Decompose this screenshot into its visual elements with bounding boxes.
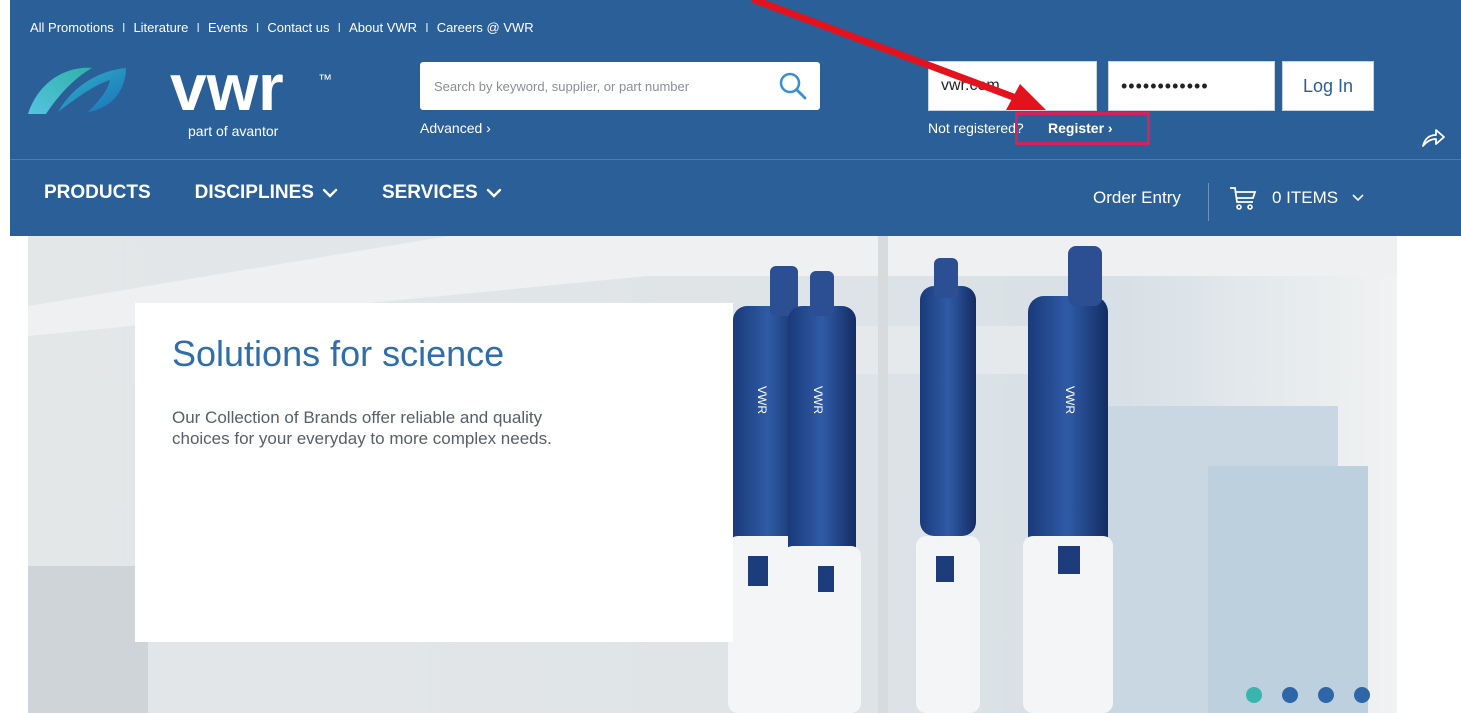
nav-products-label: PRODUCTS — [44, 182, 151, 203]
nav-services[interactable]: SERVICES — [382, 182, 502, 204]
order-entry-link[interactable]: Order Entry — [1093, 188, 1181, 208]
nav-products[interactable]: PRODUCTS — [44, 182, 151, 204]
pipette-brand-label: VWR — [1063, 386, 1077, 414]
carousel-dot-4[interactable] — [1354, 687, 1370, 703]
carousel-dot-2[interactable] — [1282, 687, 1298, 703]
logo-wordmark: vwr — [170, 56, 284, 124]
top-link-separator: I — [337, 19, 342, 35]
hero-title: Solutions for science — [172, 333, 505, 374]
pipette-4: VWR — [1023, 246, 1113, 713]
search-input[interactable] — [420, 62, 760, 110]
chevron-down-icon — [486, 188, 501, 198]
top-link-events[interactable]: Events — [208, 20, 248, 35]
top-link-promotions[interactable]: All Promotions — [30, 20, 114, 35]
advanced-search-link[interactable]: Advanced › — [420, 120, 491, 136]
nav-disciplines[interactable]: DISCIPLINES — [195, 182, 338, 204]
pipette-2: VWR — [783, 271, 861, 713]
pipette-brand-label: VWR — [755, 386, 769, 414]
cart-button[interactable]: 0 ITEMS — [1228, 183, 1364, 213]
nav-separator — [1208, 183, 1209, 221]
pipette-brand-label: VWR — [811, 386, 825, 414]
hero-text-card: Solutions for science Our Collection of … — [135, 303, 733, 642]
top-link-separator: I — [255, 19, 260, 35]
top-link-literature[interactable]: Literature — [133, 20, 188, 35]
hero-description: Our Collection of Brands offer reliable … — [172, 408, 552, 448]
main-nav: PRODUCTS DISCIPLINES SERVICES — [44, 182, 546, 204]
share-button[interactable] — [1420, 125, 1446, 149]
top-link-careers[interactable]: Careers @ VWR — [437, 20, 534, 35]
vwr-logo[interactable]: vwr ™ part of avantor — [22, 50, 342, 156]
not-registered-text: Not registered? — [928, 120, 1024, 136]
top-link-contact[interactable]: Contact us — [267, 20, 329, 35]
top-link-separator: I — [121, 19, 126, 35]
header-divider — [10, 159, 1461, 160]
search-button[interactable] — [766, 62, 820, 110]
cart-icon — [1230, 187, 1257, 210]
chevron-down-icon — [322, 188, 338, 198]
top-utility-nav: All Promotions I Literature I Events I C… — [30, 18, 534, 36]
carousel-dot-3[interactable] — [1318, 687, 1334, 703]
search-bar — [420, 62, 820, 110]
logo-trademark: ™ — [318, 71, 332, 87]
password-field[interactable] — [1108, 61, 1275, 111]
share-icon — [1422, 129, 1445, 147]
top-link-separator: I — [425, 19, 429, 35]
nav-disciplines-label: DISCIPLINES — [194, 182, 314, 203]
top-link-separator: I — [196, 19, 200, 35]
register-highlight-box — [1015, 112, 1150, 145]
pipette-3 — [916, 258, 980, 713]
top-link-about[interactable]: About VWR — [349, 20, 417, 35]
carousel-dot-1[interactable] — [1246, 687, 1262, 703]
carousel-dots — [1246, 687, 1390, 703]
search-icon — [779, 72, 807, 100]
chevron-down-icon — [1352, 194, 1364, 202]
login-button[interactable]: Log In — [1282, 61, 1374, 111]
logo-tagline: part of avantor — [188, 123, 279, 139]
cart-count-label: 0 ITEMS — [1272, 188, 1339, 207]
email-field[interactable] — [928, 61, 1097, 111]
vwr-logo-mark: vwr ™ part of avantor — [28, 50, 332, 139]
nav-services-label: SERVICES — [381, 182, 478, 203]
